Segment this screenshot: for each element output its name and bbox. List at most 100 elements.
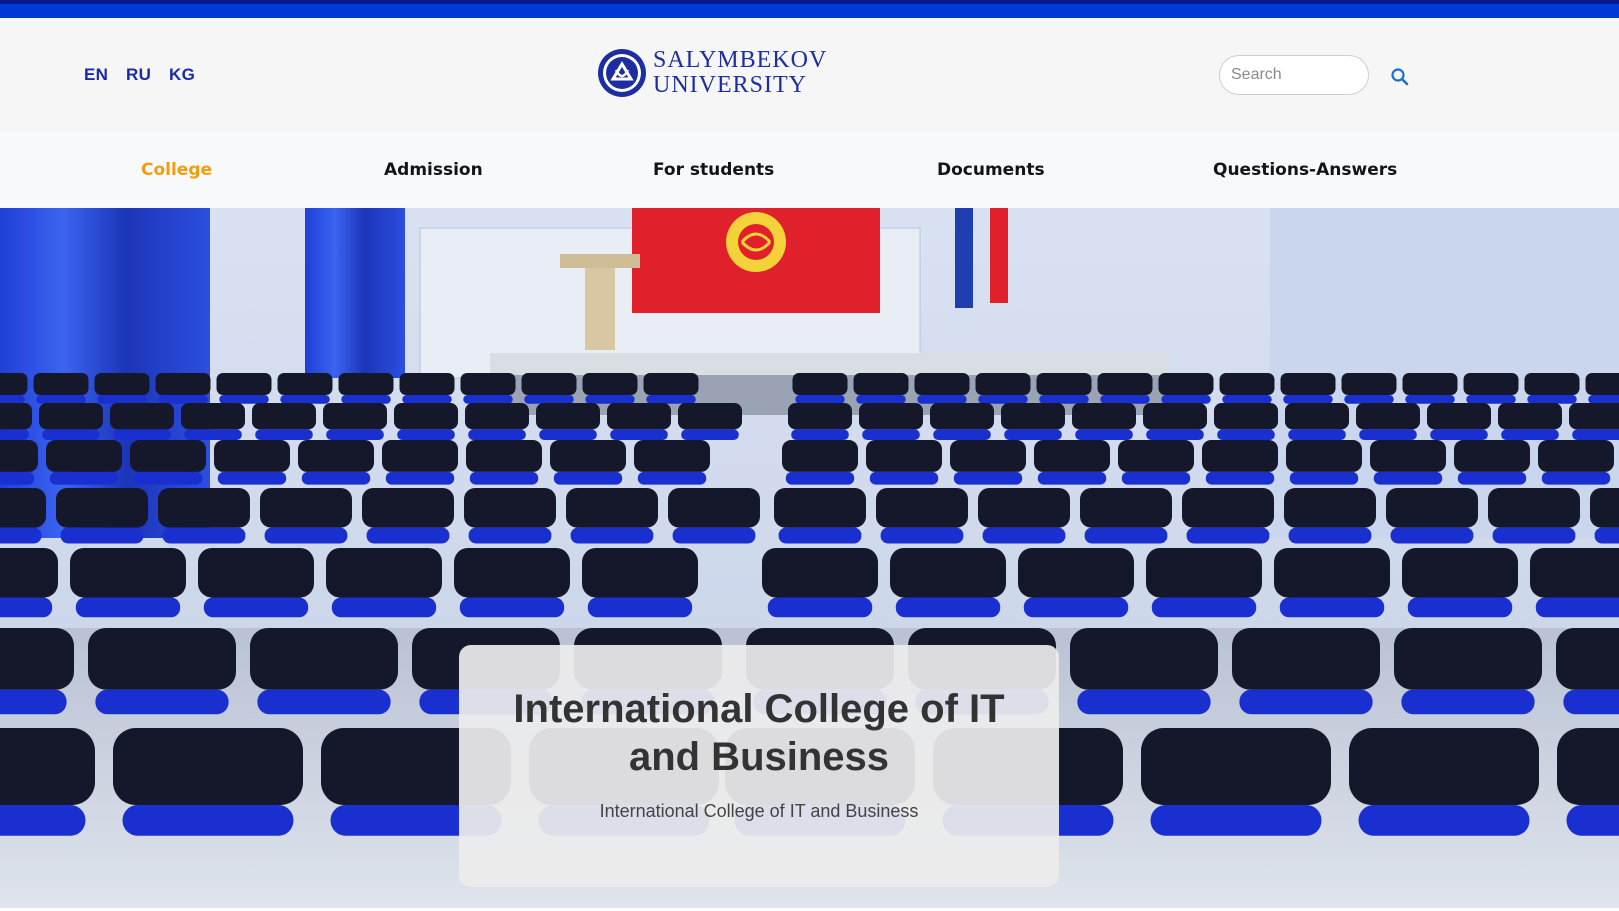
chair-seat — [257, 689, 391, 715]
chair-seat — [1217, 429, 1275, 440]
hero-title: International College of IT and Business — [513, 687, 1005, 779]
chair-back — [1036, 373, 1092, 395]
chair-back — [1557, 728, 1619, 805]
logo-line-2: UNIVERSITY — [653, 72, 807, 98]
chair-back — [326, 548, 442, 598]
chair-back — [930, 403, 994, 430]
chair-back — [1001, 403, 1065, 430]
chair-seat — [869, 471, 939, 485]
chair-seat — [255, 429, 313, 440]
chair-back — [1349, 728, 1539, 805]
chair-seat — [895, 597, 1001, 618]
site-header: EN RU KG SALYMBEKOV UNIVERSITY — [0, 18, 1619, 133]
chair-back — [1158, 373, 1214, 395]
chair-back — [634, 440, 710, 472]
chair-seat — [264, 527, 348, 544]
chair-seat — [397, 429, 455, 440]
chair-back — [1034, 440, 1110, 472]
chair-back — [110, 403, 174, 430]
nav-item-college[interactable]: College — [141, 160, 212, 180]
chair-seat — [49, 471, 119, 485]
chair-back — [323, 403, 387, 430]
chair-seat — [468, 429, 526, 440]
chair-back — [1274, 548, 1390, 598]
chair-back — [792, 373, 848, 395]
chair-back — [1080, 488, 1172, 528]
chair-back — [1284, 488, 1376, 528]
chair-seat — [1566, 805, 1619, 836]
chair-back — [39, 403, 103, 430]
search-icon[interactable] — [1389, 66, 1411, 88]
chair-back — [454, 548, 570, 598]
chair-seat — [1563, 689, 1619, 715]
chair-back — [788, 403, 852, 430]
chair-back — [1286, 440, 1362, 472]
chair-back — [762, 548, 878, 598]
chair-back — [260, 488, 352, 528]
chair-seat — [856, 395, 906, 404]
chair-back — [0, 728, 95, 805]
chair-seat — [133, 471, 203, 485]
nav-item-for-students[interactable]: For students — [653, 160, 774, 180]
nav-item-questions-answers[interactable]: Questions-Answers — [1213, 160, 1397, 180]
chair-back — [1402, 548, 1518, 598]
chair-seat — [1594, 527, 1619, 544]
lang-ru-link[interactable]: RU — [126, 65, 151, 85]
chair-back — [782, 440, 858, 472]
chair-seat — [610, 429, 668, 440]
nav-item-admission[interactable]: Admission — [384, 160, 483, 180]
chair-back — [1182, 488, 1274, 528]
chair-back — [582, 548, 698, 598]
chair-seat — [982, 527, 1066, 544]
chair-seat — [1535, 597, 1619, 618]
lang-kg-link[interactable]: KG — [169, 65, 195, 85]
chair-back — [978, 488, 1070, 528]
logo-line-1: SALYMBEKOV — [653, 47, 828, 73]
chair-seat — [681, 429, 739, 440]
university-logo[interactable]: SALYMBEKOV UNIVERSITY — [597, 46, 827, 100]
chair-seat — [637, 471, 707, 485]
chair-seat — [1457, 471, 1527, 485]
chair-back — [914, 373, 970, 395]
chair-back — [1341, 373, 1397, 395]
search-input[interactable] — [1219, 55, 1369, 95]
chair-back — [1488, 488, 1580, 528]
chair-seat — [463, 395, 513, 404]
chair-back — [1585, 373, 1619, 395]
chair-back — [216, 373, 272, 395]
chair-seat — [1288, 429, 1346, 440]
chair-back — [0, 440, 38, 472]
chair-seat — [1205, 471, 1275, 485]
chair-back — [550, 440, 626, 472]
chair-seat — [326, 429, 384, 440]
hero-card: International College of IT and Business… — [459, 645, 1059, 887]
chair-seat — [42, 429, 100, 440]
chair-seat — [1358, 805, 1530, 836]
chair-back — [521, 373, 577, 395]
chair-back — [460, 373, 516, 395]
chair-seat — [587, 597, 693, 618]
chair-seat — [0, 597, 53, 618]
chair-seat — [785, 471, 855, 485]
chair-seat — [1186, 527, 1270, 544]
chair-seat — [1344, 395, 1394, 404]
chair-back — [668, 488, 760, 528]
chair-seat — [1541, 471, 1611, 485]
chair-seat — [672, 527, 756, 544]
chair-back — [130, 440, 206, 472]
chair-seat — [767, 597, 873, 618]
chair-back — [643, 373, 699, 395]
nav-item-documents[interactable]: Documents — [937, 160, 1045, 180]
chair-seat — [1146, 429, 1204, 440]
lang-en-link[interactable]: EN — [84, 65, 108, 85]
chair-seat — [203, 597, 309, 618]
chair-back — [950, 440, 1026, 472]
chair-back — [1556, 628, 1619, 690]
chair-seat — [1077, 689, 1211, 715]
chair-back — [1097, 373, 1153, 395]
chair-back — [362, 488, 454, 528]
chair-seat — [301, 471, 371, 485]
chair-back — [0, 373, 28, 395]
chair-back — [1202, 440, 1278, 472]
chair-seat — [1390, 527, 1474, 544]
